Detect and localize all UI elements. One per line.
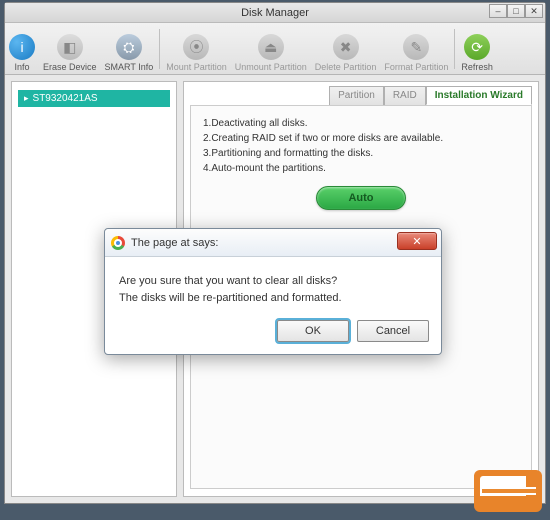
close-button[interactable]: ✕ [525, 4, 543, 18]
erase-label: Erase Device [43, 62, 97, 72]
wizard-step-1: 1.Deactivating all disks. [203, 116, 519, 131]
watermark-logo [474, 470, 542, 512]
cancel-button[interactable]: Cancel [357, 320, 429, 342]
format-label: Format Partition [384, 62, 448, 72]
tab-bar: Partition RAID Installation Wizard [184, 82, 538, 105]
tab-partition[interactable]: Partition [329, 86, 384, 105]
refresh-button[interactable]: ⟳ Refresh [457, 23, 497, 74]
smart-icon: ⛭ [116, 34, 142, 60]
minimize-button[interactable]: – [489, 4, 507, 18]
tab-installation-wizard[interactable]: Installation Wizard [426, 86, 532, 105]
dialog-line-2: The disks will be re-partitioned and for… [119, 290, 427, 307]
titlebar[interactable]: Disk Manager – □ ✕ [5, 3, 545, 23]
disk-label: ST9320421AS [33, 93, 98, 104]
unmount-partition-button[interactable]: ⏏ Unmount Partition [231, 23, 311, 74]
disk-item[interactable]: ST9320421AS [18, 90, 170, 107]
unmount-icon: ⏏ [258, 34, 284, 60]
confirm-dialog: The page at says: ✕ Are you sure that yo… [104, 228, 442, 355]
maximize-button[interactable]: □ [507, 4, 525, 18]
window-controls: – □ ✕ [489, 4, 543, 18]
ok-button[interactable]: OK [277, 320, 349, 342]
dialog-message: Are you sure that you want to clear all … [105, 257, 441, 316]
dialog-buttons: OK Cancel [105, 316, 441, 354]
mount-icon: ⦿ [183, 34, 209, 60]
refresh-icon: ⟳ [464, 34, 490, 60]
info-button[interactable]: i Info [5, 23, 39, 74]
toolbar-separator [159, 29, 160, 69]
delete-label: Delete Partition [315, 62, 377, 72]
dialog-title: The page at says: [131, 237, 218, 249]
format-partition-button[interactable]: ✎ Format Partition [380, 23, 452, 74]
smart-info-button[interactable]: ⛭ SMART Info [101, 23, 158, 74]
toolbar-separator-2 [454, 29, 455, 69]
delete-partition-button[interactable]: ✖ Delete Partition [311, 23, 381, 74]
dialog-close-button[interactable]: ✕ [397, 232, 437, 250]
auto-button[interactable]: Auto [316, 186, 406, 210]
wizard-step-2: 2.Creating RAID set if two or more disks… [203, 131, 519, 146]
wizard-steps: 1.Deactivating all disks. 2.Creating RAI… [203, 116, 519, 176]
chrome-icon [111, 236, 125, 250]
tab-raid[interactable]: RAID [384, 86, 426, 105]
toolbar: i Info ◧ Erase Device ⛭ SMART Info ⦿ Mou… [5, 23, 545, 75]
mount-label: Mount Partition [166, 62, 227, 72]
delete-icon: ✖ [333, 34, 359, 60]
unmount-label: Unmount Partition [235, 62, 307, 72]
refresh-label: Refresh [461, 62, 493, 72]
wizard-step-3: 3.Partitioning and formatting the disks. [203, 146, 519, 161]
wizard-step-4: 4.Auto-mount the partitions. [203, 161, 519, 176]
mount-partition-button[interactable]: ⦿ Mount Partition [162, 23, 231, 74]
info-icon: i [9, 34, 35, 60]
erase-device-button[interactable]: ◧ Erase Device [39, 23, 101, 74]
dialog-titlebar[interactable]: The page at says: ✕ [105, 229, 441, 257]
format-icon: ✎ [403, 34, 429, 60]
smart-label: SMART Info [105, 62, 154, 72]
erase-icon: ◧ [57, 34, 83, 60]
info-label: Info [14, 62, 29, 72]
window-title: Disk Manager [241, 7, 309, 19]
dialog-line-1: Are you sure that you want to clear all … [119, 273, 427, 290]
